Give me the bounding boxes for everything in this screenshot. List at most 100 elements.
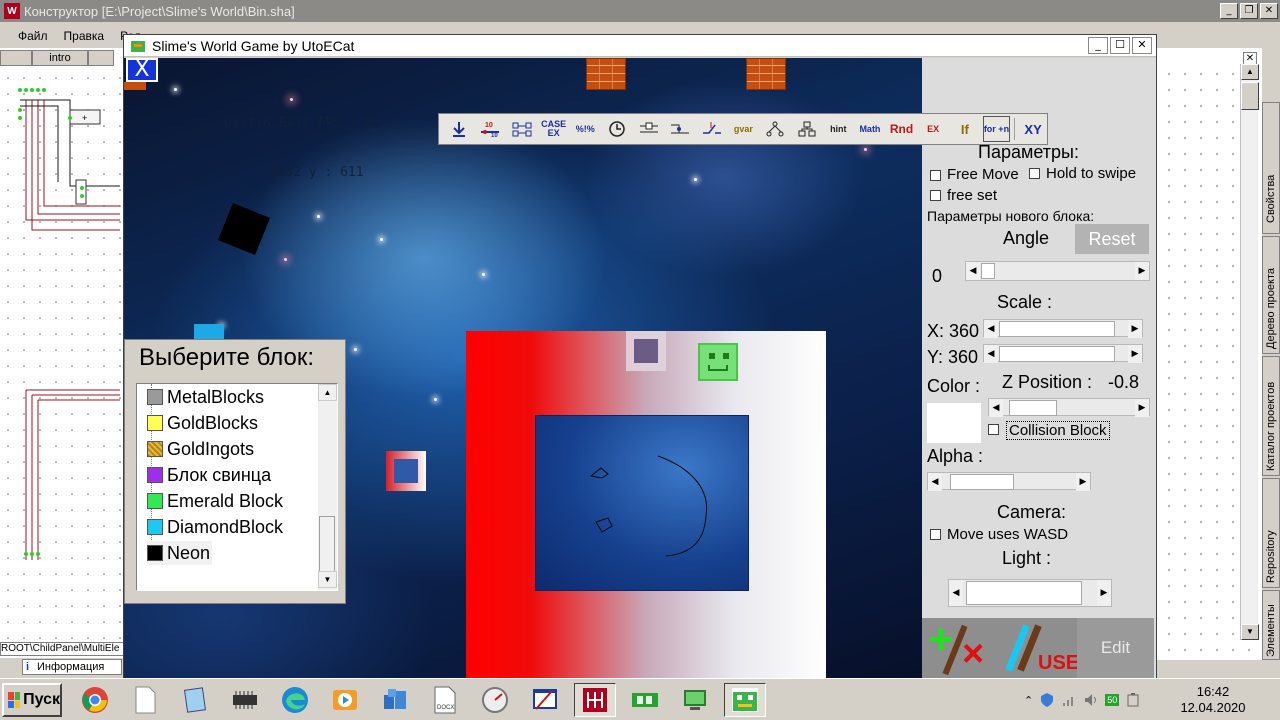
network-taskbar-icon[interactable]	[374, 683, 416, 717]
list-item[interactable]: DiamondBlock	[147, 515, 283, 539]
merge-icon[interactable]	[666, 116, 694, 142]
add-remove-button[interactable]: + ×	[922, 618, 1000, 678]
move-wasd-checkbox[interactable]	[930, 529, 941, 540]
slime-game-taskbar-icon[interactable]	[724, 683, 766, 717]
color-swatch[interactable]	[927, 403, 981, 443]
slider-thumb[interactable]	[999, 346, 1115, 362]
use-button[interactable]: USE	[1000, 618, 1079, 678]
list-item[interactable]: Emerald Block	[147, 489, 283, 513]
list-item[interactable]: GoldBlocks	[147, 411, 258, 435]
timer-icon[interactable]	[603, 116, 631, 142]
for-icon[interactable]: for +n	[982, 116, 1011, 142]
tray-badge[interactable]: 50	[1105, 694, 1120, 706]
xy-icon[interactable]: XY	[1019, 116, 1047, 142]
hold-to-swipe-checkbox[interactable]	[1029, 168, 1040, 179]
hint-icon[interactable]: hint	[825, 116, 853, 142]
show-desktop-button[interactable]	[1250, 679, 1278, 720]
slider-right-arrow[interactable]: ▶	[1128, 345, 1142, 363]
free-set-checkbox[interactable]	[930, 190, 941, 201]
tray-network-icon[interactable]	[1061, 692, 1077, 708]
editor-taskbar-icon[interactable]	[524, 683, 566, 717]
slider-left-arrow[interactable]: ◀	[984, 345, 998, 363]
slider-right-arrow[interactable]: ▶	[1135, 262, 1149, 280]
alpha-slider[interactable]: ◀ ▶	[927, 472, 1091, 491]
menu-edit[interactable]: Правка	[62, 29, 107, 43]
list-item[interactable]: MetalBlocks	[147, 385, 264, 409]
scroll-down-arrow[interactable]: ▼	[1241, 624, 1259, 640]
docx-taskbar-icon[interactable]: DOCX	[424, 683, 466, 717]
tree-icon[interactable]	[793, 116, 821, 142]
chrome-taskbar-icon[interactable]	[74, 683, 116, 717]
list-item[interactable]: GoldIngots	[147, 437, 254, 461]
gvar-icon[interactable]: gvar	[730, 116, 758, 142]
tab-properties[interactable]: Свойства	[1262, 102, 1280, 234]
light-slider[interactable]: ◀ ▶	[948, 579, 1112, 607]
format-icon[interactable]: %!%	[572, 116, 600, 142]
scheme-editor[interactable]: +	[0, 70, 124, 640]
switch-icon[interactable]	[698, 116, 726, 142]
tray-battery-icon[interactable]	[1125, 692, 1141, 708]
counter-icon[interactable]: 10 10	[477, 116, 505, 142]
slider-thumb[interactable]	[999, 321, 1115, 337]
tab-intro[interactable]: intro	[32, 50, 88, 66]
free-move-checkbox[interactable]	[930, 170, 941, 181]
case-icon[interactable]: CASE EX	[540, 116, 568, 142]
game-minimize-button[interactable]: _	[1088, 37, 1108, 54]
scale-x-slider[interactable]: ◀ ▶	[983, 319, 1143, 338]
slider-thumb[interactable]	[1009, 400, 1057, 416]
angle-slider[interactable]: ◀ ▶	[965, 261, 1150, 281]
scroll-thumb[interactable]	[1241, 82, 1259, 110]
list-item[interactable]: Блок свинца	[147, 463, 271, 487]
menu-file[interactable]: Файл	[16, 29, 50, 43]
slider-right-arrow[interactable]: ▶	[1135, 399, 1149, 417]
slider-left-arrow[interactable]: ◀	[989, 399, 1003, 417]
tab-project-tree[interactable]: Дерево проекта	[1262, 236, 1280, 354]
math-icon[interactable]: Math	[856, 116, 884, 142]
list-item-selected[interactable]: Neon	[147, 541, 213, 565]
if-icon[interactable]: If	[951, 116, 979, 142]
slider-thumb[interactable]	[950, 474, 1014, 490]
split-icon[interactable]	[635, 116, 663, 142]
edit-button[interactable]: Edit	[1077, 618, 1154, 678]
tray-security-icon[interactable]	[1039, 692, 1055, 708]
tab-repository[interactable]: Repository	[1262, 478, 1280, 588]
right-scrollbar[interactable]: ▲ ▼	[1240, 64, 1259, 640]
tray-expand-icon[interactable]: ⌃	[1024, 694, 1033, 707]
z-position-slider[interactable]: ◀ ▶	[988, 398, 1150, 417]
slider-left-arrow[interactable]: ◀	[966, 262, 980, 280]
reset-button[interactable]: Reset	[1075, 224, 1149, 254]
slider-left-arrow[interactable]: ◀	[984, 320, 998, 338]
random-icon[interactable]: Rnd	[888, 116, 916, 142]
slider-left-arrow[interactable]: ◀	[949, 580, 963, 606]
constructor-taskbar-icon[interactable]	[574, 683, 616, 717]
edge-taskbar-icon[interactable]	[274, 683, 316, 717]
slider-left-arrow[interactable]: ◀	[928, 473, 942, 491]
block-list-scrollbar[interactable]: ▲ ▼	[318, 384, 337, 590]
tab-root[interactable]	[0, 50, 32, 66]
link-icon[interactable]	[508, 116, 536, 142]
game-close-button[interactable]: ✕	[1132, 37, 1152, 54]
media-taskbar-icon[interactable]	[324, 683, 366, 717]
gauge-taskbar-icon[interactable]	[474, 683, 516, 717]
system-taskbar-icon[interactable]	[674, 683, 716, 717]
slider-right-arrow[interactable]: ▶	[1097, 580, 1111, 606]
slider-thumb[interactable]	[966, 581, 1082, 605]
tab-elements[interactable]: Элементы	[1262, 590, 1280, 660]
scroll-down-arrow[interactable]: ▼	[318, 571, 337, 588]
notes-taskbar-icon[interactable]	[174, 683, 216, 717]
restore-button[interactable]: ❐	[1240, 3, 1258, 19]
hub-icon[interactable]	[761, 116, 789, 142]
start-button[interactable]: Пуск	[2, 683, 62, 717]
board-taskbar-icon[interactable]	[624, 683, 666, 717]
collision-checkbox[interactable]	[988, 424, 999, 435]
slider-right-arrow[interactable]: ▶	[1128, 320, 1142, 338]
game-maximize-button[interactable]: ☐	[1110, 37, 1130, 54]
tab-project-catalog[interactable]: Каталог проектов	[1262, 356, 1280, 476]
file-taskbar-icon[interactable]	[124, 683, 166, 717]
scale-y-slider[interactable]: ◀ ▶	[983, 344, 1143, 363]
close-game-button[interactable]: X	[126, 58, 158, 82]
tab-information[interactable]: i Информация	[22, 659, 122, 675]
exception-icon[interactable]: EX	[919, 116, 947, 142]
scroll-up-arrow[interactable]: ▲	[1241, 64, 1259, 80]
minimize-button[interactable]: _	[1220, 3, 1238, 19]
